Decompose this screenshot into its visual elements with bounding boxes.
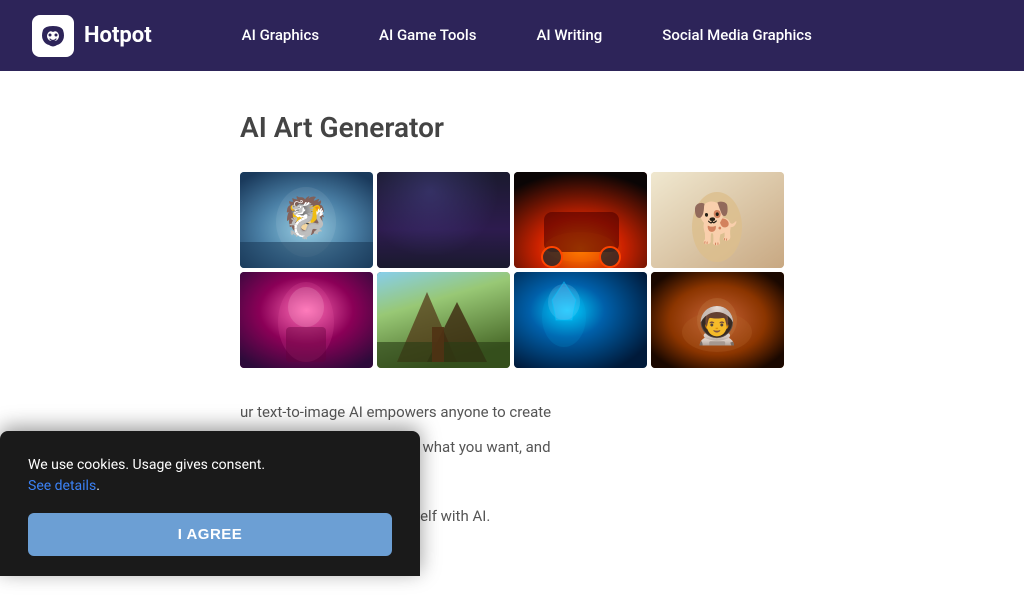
svg-text:🦁: 🦁 [282,195,329,240]
nav-item-social-media-graphics[interactable]: Social Media Graphics [632,0,842,71]
svg-text:👨‍🚀: 👨‍🚀 [695,305,740,347]
cookie-message: We use cookies. Usage gives consent. [28,457,265,473]
cookie-details-link[interactable]: See details [28,478,96,494]
nav-item-ai-game-tools[interactable]: AI Game Tools [349,0,506,71]
logo-icon [32,15,74,57]
cookie-agree-button[interactable]: I AGREE [28,513,392,556]
cookie-period: . [96,478,100,494]
nav-item-ai-graphics[interactable]: AI Graphics [212,0,349,71]
svg-text:🐕: 🐕 [692,200,742,247]
cookie-banner: We use cookies. Usage gives consent. See… [0,431,420,576]
navbar: Hotpot AI Graphics AI Game Tools AI Writ… [0,0,1024,71]
gallery-image-8[interactable]: 👨‍🚀 [651,272,784,368]
logo-text: Hotpot [84,23,152,48]
gallery-image-2[interactable] [377,172,510,268]
gallery-image-4[interactable]: 🐕 [651,172,784,268]
gallery-image-7[interactable] [514,272,647,368]
art-gallery-grid: 🦁 [240,172,1024,368]
gallery-image-5[interactable] [240,272,373,368]
logo-link[interactable]: Hotpot [32,15,152,57]
page-title: AI Art Generator [240,111,1024,144]
cookie-text: We use cookies. Usage gives consent. See… [28,455,392,497]
description-line-1: ur text-to-image AI empowers anyone to c… [240,400,800,425]
gallery-image-3[interactable] [514,172,647,268]
gallery-image-1[interactable]: 🦁 [240,172,373,268]
nav-item-ai-writing[interactable]: AI Writing [506,0,632,71]
gallery-image-6[interactable] [377,272,510,368]
nav-links: AI Graphics AI Game Tools AI Writing Soc… [212,0,842,71]
